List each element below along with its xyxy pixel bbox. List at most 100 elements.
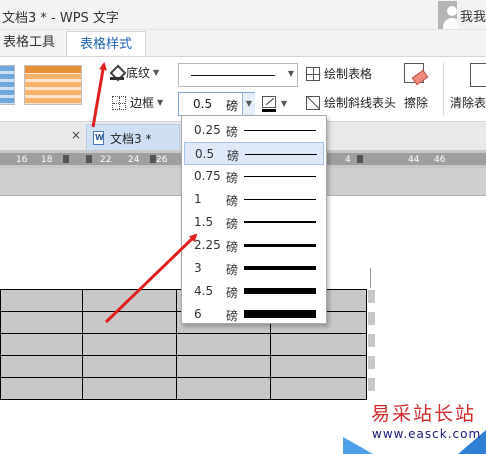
table-cell[interactable] (270, 377, 367, 400)
line-weight-option-value: 2.25 (194, 238, 221, 252)
pen-color-swatch (262, 109, 276, 112)
eraser-icon[interactable] (404, 63, 430, 89)
close-icon[interactable]: × (71, 128, 81, 142)
draw-diagonal-label: 绘制斜线表头 (324, 96, 397, 110)
watermark-url: www.easck.com (372, 427, 482, 441)
clear-table-button-label[interactable]: 清除表 (450, 94, 486, 111)
tab-table-tools[interactable]: 表格工具 (0, 30, 58, 56)
borders-icon (112, 95, 126, 110)
shading-label: 底纹 (126, 66, 151, 80)
line-weight-option-unit: 磅 (226, 125, 239, 139)
paint-bucket-icon (110, 66, 124, 80)
tab-table-style[interactable]: 表格样式 (66, 31, 146, 57)
table-cell[interactable] (82, 377, 177, 400)
watermark-text: 易采站长站 (371, 403, 477, 425)
table-cell[interactable] (0, 333, 83, 356)
line-weight-option[interactable]: 4.5 磅 (184, 280, 324, 303)
ruler-tick: 16 (16, 155, 28, 165)
text-cursor (370, 268, 371, 288)
table-cell[interactable] (176, 377, 271, 400)
table-cell[interactable] (82, 333, 177, 356)
table-cell[interactable] (0, 355, 83, 378)
borders-button[interactable]: 边框 ▼ (112, 94, 163, 111)
table-cell[interactable] (82, 355, 177, 378)
line-weight-option[interactable]: 6磅 (184, 303, 324, 326)
line-weight-option-value: 4.5 (194, 284, 214, 298)
table-row (0, 377, 367, 400)
row-end-markers (368, 290, 375, 398)
line-weight-dropdown-menu: 0.25 磅 0.5 磅 0.75 磅 1 磅 1.5 磅 2.25 磅 3 磅 4.5 磅 6 磅 (181, 115, 327, 324)
table-cell[interactable] (176, 355, 271, 378)
line-weight-option-unit: 磅 (226, 309, 239, 323)
ruler-tick: 22 (100, 155, 112, 165)
table-cell[interactable] (176, 333, 271, 356)
draw-table-button[interactable]: 绘制表格 (306, 65, 372, 82)
line-weight-option-value: 0.25 (194, 123, 221, 137)
line-style-sample (191, 75, 275, 76)
line-weight-select[interactable]: 0.5 磅 ▼ (178, 92, 255, 116)
table-cell[interactable] (82, 311, 177, 334)
line-weight-option[interactable]: 0.5 磅 (184, 142, 324, 165)
ruler-marker[interactable] (357, 155, 363, 163)
line-style-select[interactable]: ▼ (178, 63, 298, 87)
line-weight-option-value: 1 (194, 192, 202, 206)
draw-diagonal-header-button[interactable]: 绘制斜线表头 (306, 94, 396, 111)
table-cell[interactable] (0, 377, 83, 400)
table-cell[interactable] (0, 289, 83, 312)
table-cell[interactable] (270, 333, 367, 356)
user-account[interactable]: 我我 (436, 0, 486, 30)
title-bar: 文档3 * - WPS 文字 我我 (0, 0, 486, 30)
borders-label: 边框 (130, 96, 155, 110)
line-weight-option[interactable]: 3磅 (184, 257, 324, 280)
line-weight-option-value: 6 (194, 307, 202, 321)
line-weight-sample (244, 288, 316, 294)
chevron-down-icon: ▼ (153, 68, 160, 77)
chevron-down-icon: ▼ (287, 69, 294, 78)
window-title: 文档3 * - WPS 文字 (2, 11, 119, 26)
table-row (0, 355, 367, 378)
line-weight-option-value: 1.5 (194, 215, 214, 229)
ruler-tick: 46 (434, 155, 446, 165)
table-row (0, 333, 367, 356)
line-weight-option-value: 0.5 (195, 147, 215, 161)
document-tab-label: 文档3 * (110, 132, 152, 146)
pen-color-button[interactable]: ▼ (262, 95, 288, 115)
line-weight-option[interactable]: 1.5 磅 (184, 211, 324, 234)
user-avatar-icon[interactable] (438, 1, 457, 29)
ruler-marker[interactable] (63, 155, 69, 163)
diagonal-line-icon (306, 95, 320, 110)
line-weight-sample (244, 199, 316, 200)
document-tab[interactable]: 文档3 * (86, 124, 180, 150)
user-name[interactable]: 我我 (460, 6, 486, 25)
line-weight-value: 0.5 (193, 97, 213, 111)
line-weight-option[interactable]: 2.25 磅 (184, 234, 324, 257)
line-weight-option-unit: 磅 (226, 263, 239, 277)
line-weight-sample (244, 176, 316, 177)
line-weight-option[interactable]: 0.25 磅 (184, 119, 324, 142)
line-weight-option-unit: 磅 (226, 240, 239, 254)
line-weight-sample (244, 244, 316, 247)
pen-color-icon (262, 96, 276, 108)
line-weight-option[interactable]: 0.75 磅 (184, 165, 324, 188)
table-style-preset-blue[interactable] (0, 65, 15, 105)
clear-table-icon[interactable] (470, 63, 486, 87)
ruler-marker[interactable] (86, 155, 92, 163)
ruler-tick: 18 (41, 155, 53, 165)
line-weight-option-unit: 磅 (226, 171, 239, 185)
table-cell[interactable] (82, 289, 177, 312)
line-weight-option-value: 3 (194, 261, 202, 275)
shading-button[interactable]: 底纹 ▼ (110, 64, 159, 81)
line-weight-option-unit: 磅 (227, 149, 240, 163)
chevron-down-icon: ▼ (157, 98, 164, 107)
table-cell[interactable] (270, 355, 367, 378)
line-weight-option[interactable]: 1磅 (184, 188, 324, 211)
table-cell[interactable] (0, 311, 83, 334)
ruler-tick: 4 (345, 155, 351, 165)
chevron-down-icon[interactable]: ▼ (242, 93, 255, 115)
ribbon-tab-bar: 表格工具 表格样式 (0, 30, 486, 57)
line-weight-sample (244, 266, 316, 270)
table-style-preset-orange[interactable] (24, 65, 82, 105)
erase-button-label[interactable]: 擦除 (404, 94, 428, 111)
ruler-tick: 26 (156, 155, 168, 165)
line-weight-sample (244, 310, 316, 318)
